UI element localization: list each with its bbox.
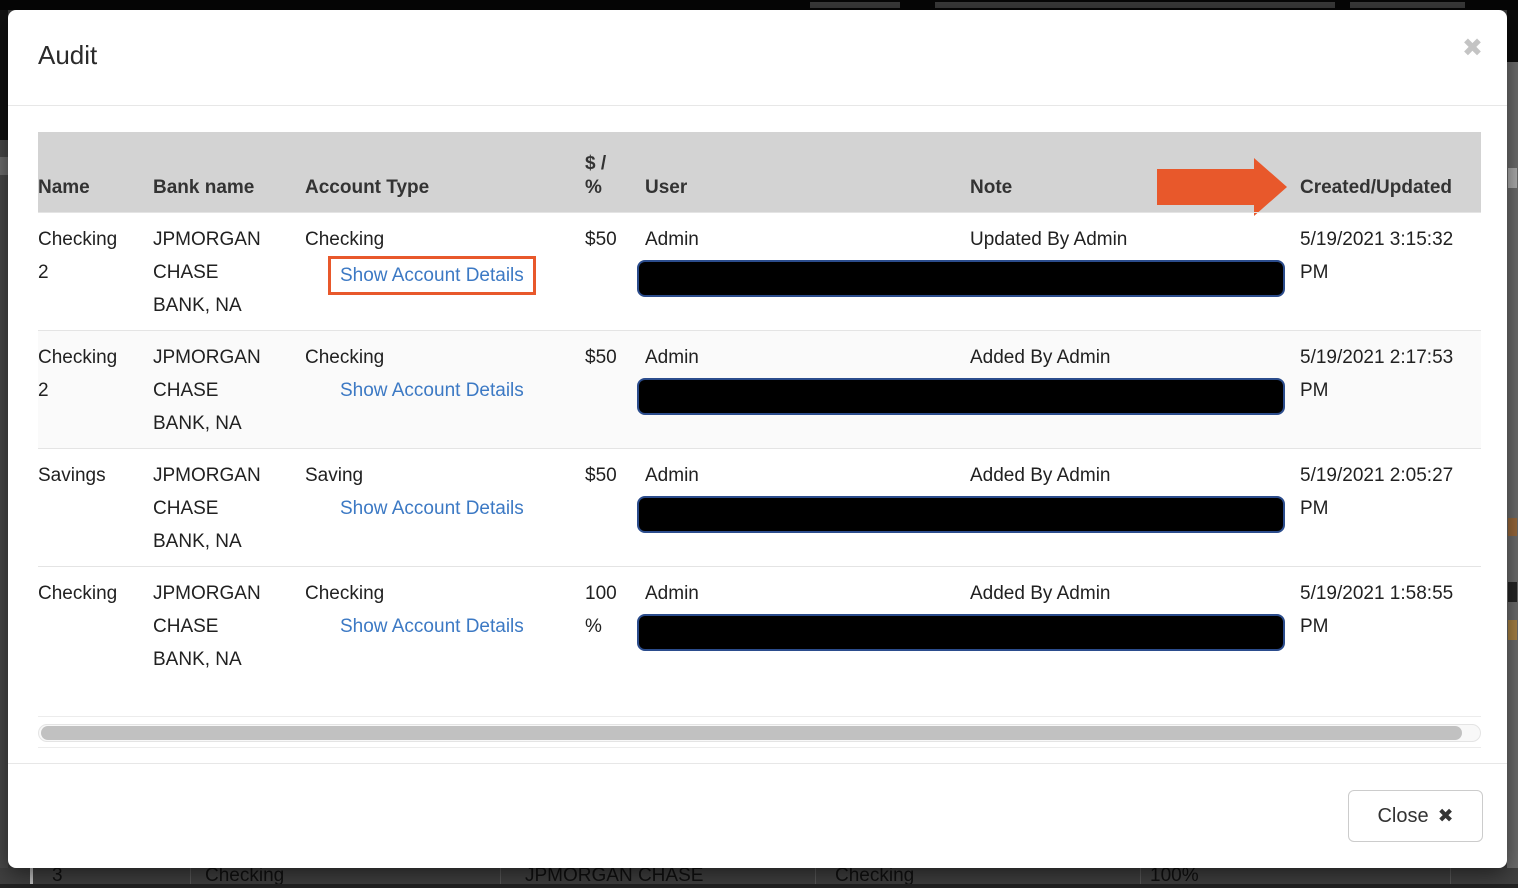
account-type: Saving	[305, 465, 363, 486]
bank-name: JPMORGAN CHASE BANK, NA	[153, 213, 305, 330]
background-text-fragment	[1508, 620, 1517, 640]
created-updated: 5/19/2021 1:58:55 PM	[1300, 567, 1480, 716]
background-text-fragment	[810, 2, 900, 8]
amount: $50	[585, 213, 645, 330]
bank-name: JPMORGAN CHASE BANK, NA	[153, 567, 305, 716]
table-row: Checking 2 JPMORGAN CHASE BANK, NA Check…	[38, 330, 1481, 448]
header-created-updated: Created/Updated	[1300, 132, 1480, 212]
table-header-row: Name Bank name Account Type $ / % User N…	[38, 132, 1481, 212]
bank-name: JPMORGAN CHASE BANK, NA	[153, 331, 305, 448]
background-right-strip	[1507, 10, 1518, 868]
show-account-details-link[interactable]: Show Account Details	[340, 259, 524, 292]
background-table-row: 3 Checking JPMORGAN CHASE Checking 100%	[0, 868, 1518, 888]
amount: 100 %	[585, 567, 645, 716]
scrollbar-track[interactable]	[38, 724, 1481, 742]
horizontal-scrollbar	[38, 717, 1481, 748]
close-button-label: Close	[1377, 805, 1428, 828]
account-type: Checking	[305, 583, 384, 604]
redacted-input[interactable]	[637, 496, 1285, 533]
amount: $50	[585, 449, 645, 566]
annotation-highlight-box: Show Account Details	[328, 256, 536, 295]
background-table-border	[30, 868, 33, 884]
amount: $50	[585, 331, 645, 448]
redacted-input[interactable]	[637, 378, 1285, 415]
arrow-head	[1254, 158, 1287, 216]
header-amount: $ / %	[585, 132, 645, 212]
background-text-fragment	[1085, 2, 1335, 8]
header-name: Name	[38, 132, 153, 212]
arrow-shaft	[1157, 169, 1254, 205]
background-text-fragment	[935, 2, 1085, 8]
background-text-fragment	[1350, 2, 1465, 8]
modal-title: Audit	[38, 40, 97, 71]
header-bank-name: Bank name	[153, 132, 305, 212]
show-account-details-link[interactable]: Show Account Details	[340, 492, 524, 525]
background-text-fragment	[1508, 582, 1517, 602]
redacted-input[interactable]	[637, 614, 1285, 651]
account-type-cell: Saving Show Account Details	[305, 449, 585, 566]
scrollbar-thumb[interactable]	[41, 726, 1462, 740]
created-updated: 5/19/2021 3:15:32 PM	[1300, 213, 1480, 330]
close-x-icon: ✖	[1438, 805, 1454, 828]
account-name: Checking 2	[38, 331, 153, 448]
show-account-details-link[interactable]: Show Account Details	[340, 610, 524, 643]
redacted-input[interactable]	[637, 260, 1285, 297]
close-button[interactable]: Close ✖	[1348, 790, 1483, 842]
account-type-cell: Checking Show Account Details	[305, 331, 585, 448]
account-name: Checking 2	[38, 213, 153, 330]
account-name: Checking	[38, 567, 153, 716]
table-row: Checking JPMORGAN CHASE BANK, NA Checkin…	[38, 566, 1481, 716]
background-bottom-edge	[0, 884, 1518, 888]
background-dark-region	[0, 10, 8, 140]
close-icon[interactable]: ✖	[1462, 36, 1483, 61]
header-account-type: Account Type	[305, 132, 585, 212]
account-name: Savings	[38, 449, 153, 566]
table-row: Savings JPMORGAN CHASE BANK, NA Saving S…	[38, 448, 1481, 566]
annotation-arrow-icon	[1157, 158, 1287, 216]
account-type-cell: Checking Show Account Details	[305, 213, 585, 330]
background-dark-region	[1507, 10, 1518, 62]
table-row: Checking 2 JPMORGAN CHASE BANK, NA Check…	[38, 212, 1481, 330]
background-text-fragment	[1508, 518, 1517, 536]
header-user: User	[645, 132, 970, 212]
audit-table: Name Bank name Account Type $ / % User N…	[38, 132, 1481, 717]
audit-modal: Audit ✖ Name Bank name Account Type $ / …	[8, 10, 1507, 868]
created-updated: 5/19/2021 2:17:53 PM	[1300, 331, 1480, 448]
background-left-strip	[0, 10, 8, 868]
background-top-bar	[0, 0, 1518, 10]
created-updated: 5/19/2021 2:05:27 PM	[1300, 449, 1480, 566]
modal-header: Audit ✖	[8, 10, 1507, 106]
modal-body: Name Bank name Account Type $ / % User N…	[8, 106, 1507, 748]
modal-footer: Close ✖	[8, 763, 1507, 868]
account-type-cell: Checking Show Account Details	[305, 567, 585, 716]
bank-name: JPMORGAN CHASE BANK, NA	[153, 449, 305, 566]
account-type: Checking	[305, 347, 384, 368]
account-type: Checking	[305, 229, 384, 250]
background-text-fragment	[1508, 168, 1517, 188]
show-account-details-link[interactable]: Show Account Details	[340, 374, 524, 407]
background-text-fragment	[0, 157, 8, 175]
